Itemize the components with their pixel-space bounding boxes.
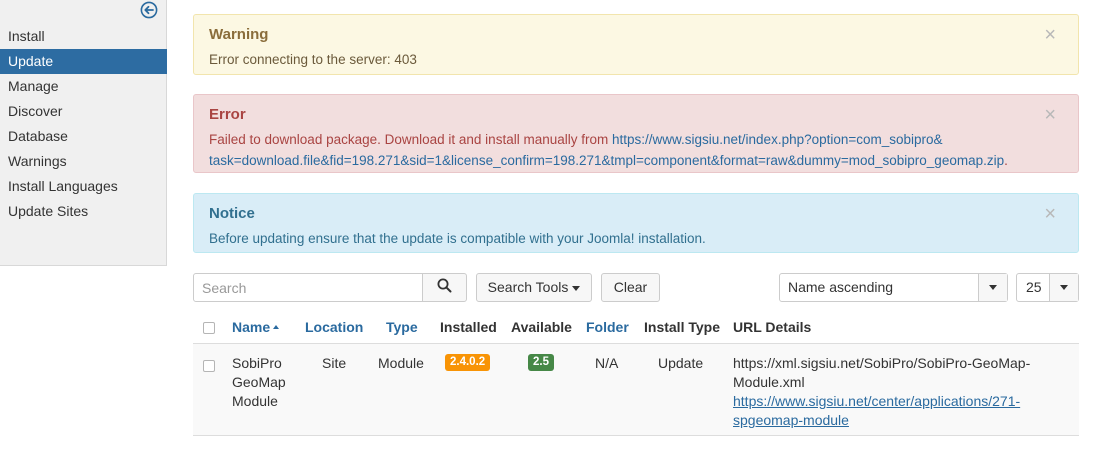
installed-version-badge: 2.4.0.2 xyxy=(445,354,491,371)
warning-close-icon[interactable]: × xyxy=(1044,25,1056,45)
column-header-installed: Installed xyxy=(440,319,497,335)
details-url-line2: spgeomap-module xyxy=(733,412,849,428)
row-checkbox[interactable] xyxy=(203,360,215,372)
search-tools-button[interactable]: Search Tools xyxy=(476,273,592,302)
search-tools-label: Search Tools xyxy=(487,279,569,295)
available-version-badge: 2.5 xyxy=(528,354,554,371)
table-row: SobiPro GeoMap Module Site Module 2.4.0.… xyxy=(193,344,1079,436)
error-alert-title: Error xyxy=(209,106,246,123)
clear-button[interactable]: Clear xyxy=(601,273,660,302)
extension-name: SobiPro GeoMap Module xyxy=(232,354,286,411)
column-header-install-type: Install Type xyxy=(644,319,720,335)
dropdown-arrow-icon xyxy=(1049,274,1078,301)
caret-down-icon xyxy=(572,285,581,291)
extension-name-line2: GeoMap xyxy=(232,374,286,390)
sidebar: Install Update Manage Discover Database … xyxy=(0,0,167,266)
column-header-folder[interactable]: Folder xyxy=(586,319,629,335)
warning-alert-title: Warning xyxy=(209,26,269,43)
extension-folder: N/A xyxy=(595,355,619,371)
extension-name-line3: Module xyxy=(232,393,278,409)
download-link-line1: https://www.sigsiu.net/index.php?option=… xyxy=(611,132,943,147)
warning-alert-message: Error connecting to the server: 403 xyxy=(209,52,417,67)
sidebar-menu: Install Update Manage Discover Database … xyxy=(0,24,167,224)
column-header-location[interactable]: Location xyxy=(305,319,363,335)
search-icon xyxy=(437,278,452,298)
notice-close-icon[interactable]: × xyxy=(1044,204,1056,224)
update-xml-url-line2: Module.xml xyxy=(733,374,805,390)
sidebar-item-database[interactable]: Database xyxy=(0,124,167,149)
error-close-icon[interactable]: × xyxy=(1044,105,1056,125)
sidebar-item-update[interactable]: Update xyxy=(0,49,167,74)
extension-type: Module xyxy=(378,355,424,371)
column-header-url-details: URL Details xyxy=(733,319,812,335)
warning-alert: Warning Error connecting to the server: … xyxy=(193,14,1079,75)
error-alert: Error Failed to download package. Downlo… xyxy=(193,94,1079,173)
sort-ascending-icon xyxy=(273,324,280,329)
sidebar-item-discover[interactable]: Discover xyxy=(0,99,167,124)
update-xml-url-line1: https://xml.sigsiu.net/SobiPro/SobiPro-G… xyxy=(733,355,1031,371)
error-alert-message: Failed to download package. Download it … xyxy=(209,129,1063,171)
notice-alert-message: Before updating ensure that the update i… xyxy=(209,231,706,246)
notice-alert: Notice Before updating ensure that the u… xyxy=(193,193,1079,253)
sidebar-item-install-languages[interactable]: Install Languages xyxy=(0,174,167,199)
column-header-type[interactable]: Type xyxy=(386,319,418,335)
details-url-line1: https://www.sigsiu.net/center/applicatio… xyxy=(733,393,1021,409)
column-header-name-label: Name xyxy=(232,319,271,335)
sort-order-select[interactable]: Name ascending xyxy=(779,273,1008,302)
extension-name-line1: SobiPro xyxy=(232,355,282,371)
collapse-sidebar-icon[interactable] xyxy=(140,1,158,19)
error-message-text: Failed to download package. Download it … xyxy=(209,132,612,147)
table-header: Name Location Type Installed Available F… xyxy=(193,311,1079,344)
install-type: Update xyxy=(658,355,704,371)
dropdown-arrow-icon xyxy=(978,274,1007,301)
list-limit-select[interactable]: 25 xyxy=(1016,273,1079,302)
search-input[interactable] xyxy=(193,273,423,302)
details-url-link[interactable]: https://www.sigsiu.net/center/applicatio… xyxy=(733,392,1030,430)
notice-alert-title: Notice xyxy=(209,205,255,222)
sidebar-item-warnings[interactable]: Warnings xyxy=(0,149,167,174)
list-limit-value: 25 xyxy=(1026,279,1042,295)
error-message-end: . xyxy=(1004,153,1008,168)
sidebar-item-manage[interactable]: Manage xyxy=(0,74,167,99)
download-link-line2: task=download.file&fid=198.271&sid=1&lic… xyxy=(209,153,1005,168)
column-header-name[interactable]: Name xyxy=(232,319,280,335)
sort-order-value: Name ascending xyxy=(788,279,894,295)
sidebar-item-install[interactable]: Install xyxy=(0,24,167,49)
url-details: https://xml.sigsiu.net/SobiPro/SobiPro-G… xyxy=(733,354,1030,430)
extension-location: Site xyxy=(322,355,347,371)
search-button[interactable] xyxy=(422,273,467,302)
sidebar-item-update-sites[interactable]: Update Sites xyxy=(0,199,167,224)
select-all-checkbox[interactable] xyxy=(203,322,215,334)
column-header-available: Available xyxy=(511,319,572,335)
